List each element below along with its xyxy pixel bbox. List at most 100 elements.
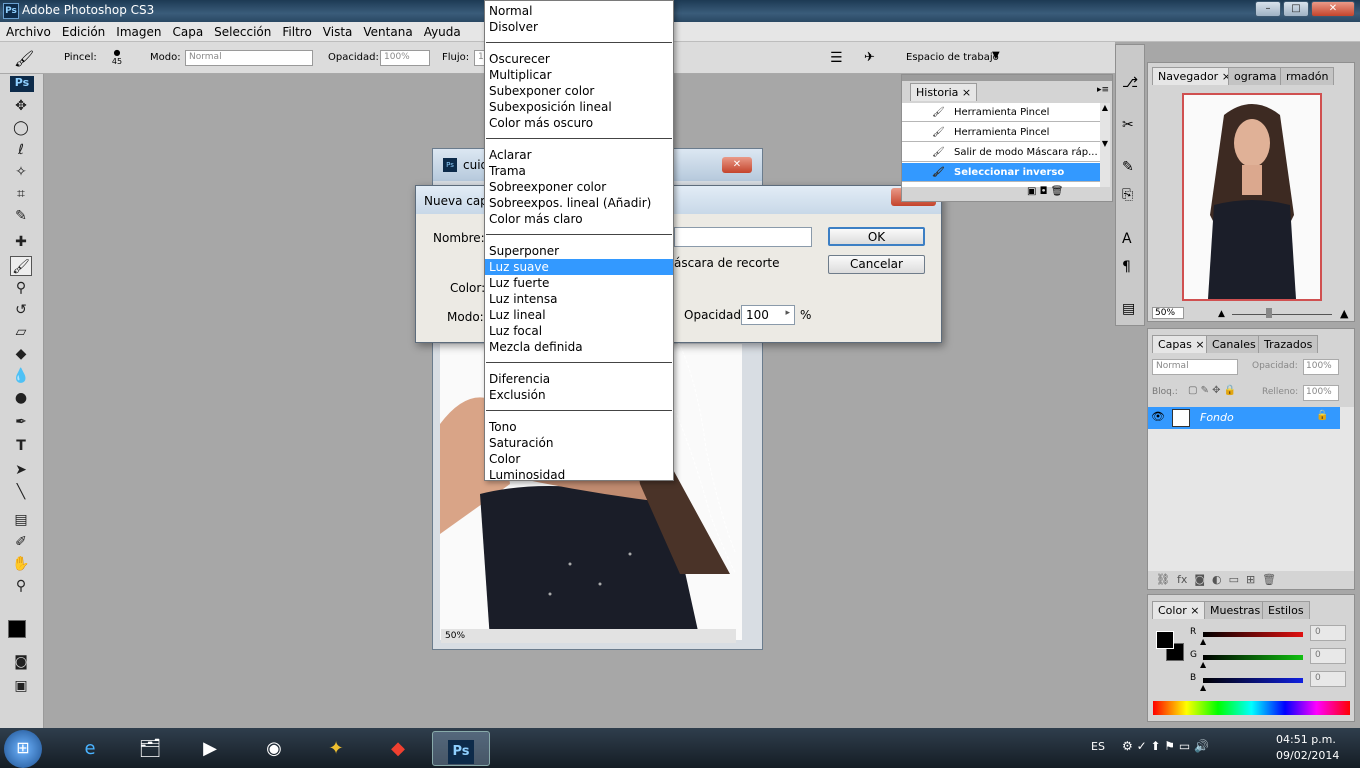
ok-button[interactable]: OK [828, 227, 925, 246]
menu-filtro[interactable]: Filtro [276, 22, 316, 39]
lock-icons[interactable]: ▢ ✎ ✥ 🔒 [1188, 385, 1236, 396]
channel-slider-thumb-icon[interactable]: ▲ [1200, 660, 1206, 669]
color-ramp[interactable] [1153, 701, 1350, 715]
blend-mode-option[interactable]: Luz fuerte [485, 275, 673, 291]
brush-panel-icon[interactable]: ☰ [830, 50, 843, 66]
history-menu-icon[interactable]: ▸≡ [1097, 85, 1109, 95]
blend-mode-option[interactable]: Luz focal [485, 323, 673, 339]
history-item[interactable]: 🖌 Herramienta Pincel [902, 123, 1100, 142]
workspace-button[interactable]: Espacio de trabajo [906, 52, 999, 63]
blend-mode-option[interactable]: Subexponer color [485, 83, 673, 99]
tab-history[interactable]: Historia × [910, 83, 978, 101]
blend-mode-option[interactable]: Luminosidad [485, 467, 673, 483]
layers-footer-icons[interactable]: ⛓ fx ◙ ◐ ▭ ⊞ 🗑 [1156, 573, 1276, 586]
channel-slider[interactable] [1203, 632, 1303, 637]
path-selection-tool-icon[interactable]: ➤ [10, 460, 32, 480]
hand-tool-icon[interactable]: ✋ [10, 554, 32, 574]
app-yellow-icon[interactable]: ✦ [308, 731, 364, 766]
clock-date[interactable]: 09/02/2014 [1276, 749, 1339, 762]
menu-ayuda[interactable]: Ayuda [418, 22, 466, 39]
blend-mode-option[interactable]: Exclusión [485, 387, 673, 403]
document-zoom[interactable]: 50% [445, 631, 465, 641]
channel-value-input[interactable]: 0 [1310, 671, 1346, 687]
blend-mode-option[interactable]: Tono [485, 419, 673, 435]
brush-size-picker[interactable]: ● 45 [106, 48, 128, 72]
notes-tool-icon[interactable]: ▤ [10, 510, 32, 530]
name-input[interactable] [674, 227, 812, 247]
paragraph-panel-icon[interactable]: ¶ [1122, 259, 1131, 275]
menu-seleccion[interactable]: Selección [208, 22, 276, 39]
history-item[interactable]: 🖌 Salir de modo Máscara ráp... [902, 143, 1100, 162]
move-tool-icon[interactable]: ✥ [10, 96, 32, 116]
menu-vista[interactable]: Vista [317, 22, 358, 39]
layer-name[interactable]: Fondo [1200, 411, 1234, 424]
clock-time[interactable]: 04:51 p.m. [1276, 733, 1336, 746]
tab-channels[interactable]: Canales [1206, 335, 1262, 353]
clipping-mask-label[interactable]: áscara de recorte [674, 256, 780, 270]
blend-mode-option[interactable]: Normal [485, 3, 673, 19]
clone-stamp-tool-icon[interactable]: ⚲ [10, 278, 32, 298]
mode-select[interactable]: Normal [185, 50, 313, 66]
internet-explorer-icon[interactable]: e [62, 731, 118, 766]
healing-brush-tool-icon[interactable]: ✚ [10, 232, 32, 252]
history-footer-icons[interactable]: ▣ ◘ 🗑 [1027, 186, 1063, 197]
opacity-input[interactable]: 100 ▸ [741, 305, 795, 325]
lasso-tool-icon[interactable]: ℓ [10, 140, 32, 160]
blend-mode-option[interactable]: Subexposición lineal [485, 99, 673, 115]
tab-info[interactable]: rmadón [1280, 67, 1335, 85]
blend-mode-option[interactable]: Disolver [485, 19, 673, 35]
blend-mode-option[interactable]: Saturación [485, 435, 673, 451]
opacity-input[interactable]: 100% [380, 50, 430, 66]
blend-mode-option[interactable]: Trama [485, 163, 673, 179]
type-tool-icon[interactable]: T [10, 436, 32, 456]
start-button-icon[interactable]: ⊞ [4, 730, 42, 768]
navigator-zoom[interactable]: 50% [1152, 307, 1184, 319]
history-brush-tool-icon[interactable]: ↺ [10, 300, 32, 320]
chrome-icon[interactable]: ◉ [246, 731, 302, 766]
blend-mode-option[interactable]: Sobreexponer color [485, 179, 673, 195]
menu-ventana[interactable]: Ventana [357, 22, 417, 39]
layer-blend-mode-select[interactable]: Normal [1152, 359, 1238, 375]
history-item[interactable]: 🖌 Seleccionar inverso [902, 163, 1100, 182]
tab-swatches[interactable]: Muestras [1204, 601, 1267, 619]
channel-value-input[interactable]: 0 [1310, 625, 1346, 641]
blend-mode-option[interactable]: Color más oscuro [485, 115, 673, 131]
blend-mode-option[interactable]: Color más claro [485, 211, 673, 227]
opacity-stepper-icon[interactable]: ▸ [785, 308, 790, 318]
language-indicator[interactable]: ES [1091, 740, 1105, 753]
history-panel-icon[interactable]: ⎇ [1122, 75, 1138, 91]
marquee-tool-icon[interactable]: ◯ [10, 118, 32, 138]
quick-mask-icon[interactable]: ◙ [10, 652, 32, 672]
channel-value-input[interactable]: 0 [1310, 648, 1346, 664]
paint-bucket-tool-icon[interactable]: ◆ [10, 344, 32, 364]
eraser-tool-icon[interactable]: ▱ [10, 322, 32, 342]
tab-layers[interactable]: Capas × [1152, 335, 1211, 353]
menu-edicion[interactable]: Edición [56, 22, 110, 39]
blend-mode-option[interactable]: Diferencia [485, 371, 673, 387]
blur-tool-icon[interactable]: 💧 [10, 366, 32, 386]
tab-styles[interactable]: Estilos [1262, 601, 1310, 619]
tab-histogram[interactable]: ograma [1228, 67, 1283, 85]
channel-slider-thumb-icon[interactable]: ▲ [1200, 637, 1206, 646]
blend-mode-option[interactable]: Multiplicar [485, 67, 673, 83]
blend-mode-option[interactable]: Oscurecer [485, 51, 673, 67]
zoom-slider-thumb[interactable] [1266, 308, 1272, 318]
document-close-button[interactable]: ✕ [722, 157, 752, 173]
brush-tool-icon[interactable]: 🖌 [10, 256, 32, 276]
workspace-dropdown-icon[interactable]: ▼ [992, 50, 1000, 61]
eyedropper-tool-icon[interactable]: ✐ [10, 532, 32, 552]
history-scrollbar[interactable]: ▲ ▼ [1100, 103, 1110, 187]
tab-color[interactable]: Color × [1152, 601, 1206, 619]
channel-slider[interactable] [1203, 655, 1303, 660]
blend-mode-option[interactable]: Luz lineal [485, 307, 673, 323]
navigator-thumbnail[interactable] [1182, 93, 1322, 301]
app-red-icon[interactable]: ◆ [370, 731, 426, 766]
clone-source-icon[interactable]: ⎘ [1122, 187, 1133, 203]
minimize-button[interactable]: – [1255, 1, 1281, 17]
zoom-slider[interactable] [1232, 314, 1332, 315]
screen-mode-icon[interactable]: ▣ [10, 676, 32, 696]
magic-wand-tool-icon[interactable]: ✧ [10, 162, 32, 182]
menu-capa[interactable]: Capa [166, 22, 208, 39]
zoom-out-icon[interactable]: ▲ [1218, 309, 1225, 319]
fill-input[interactable]: 100% [1303, 385, 1339, 401]
